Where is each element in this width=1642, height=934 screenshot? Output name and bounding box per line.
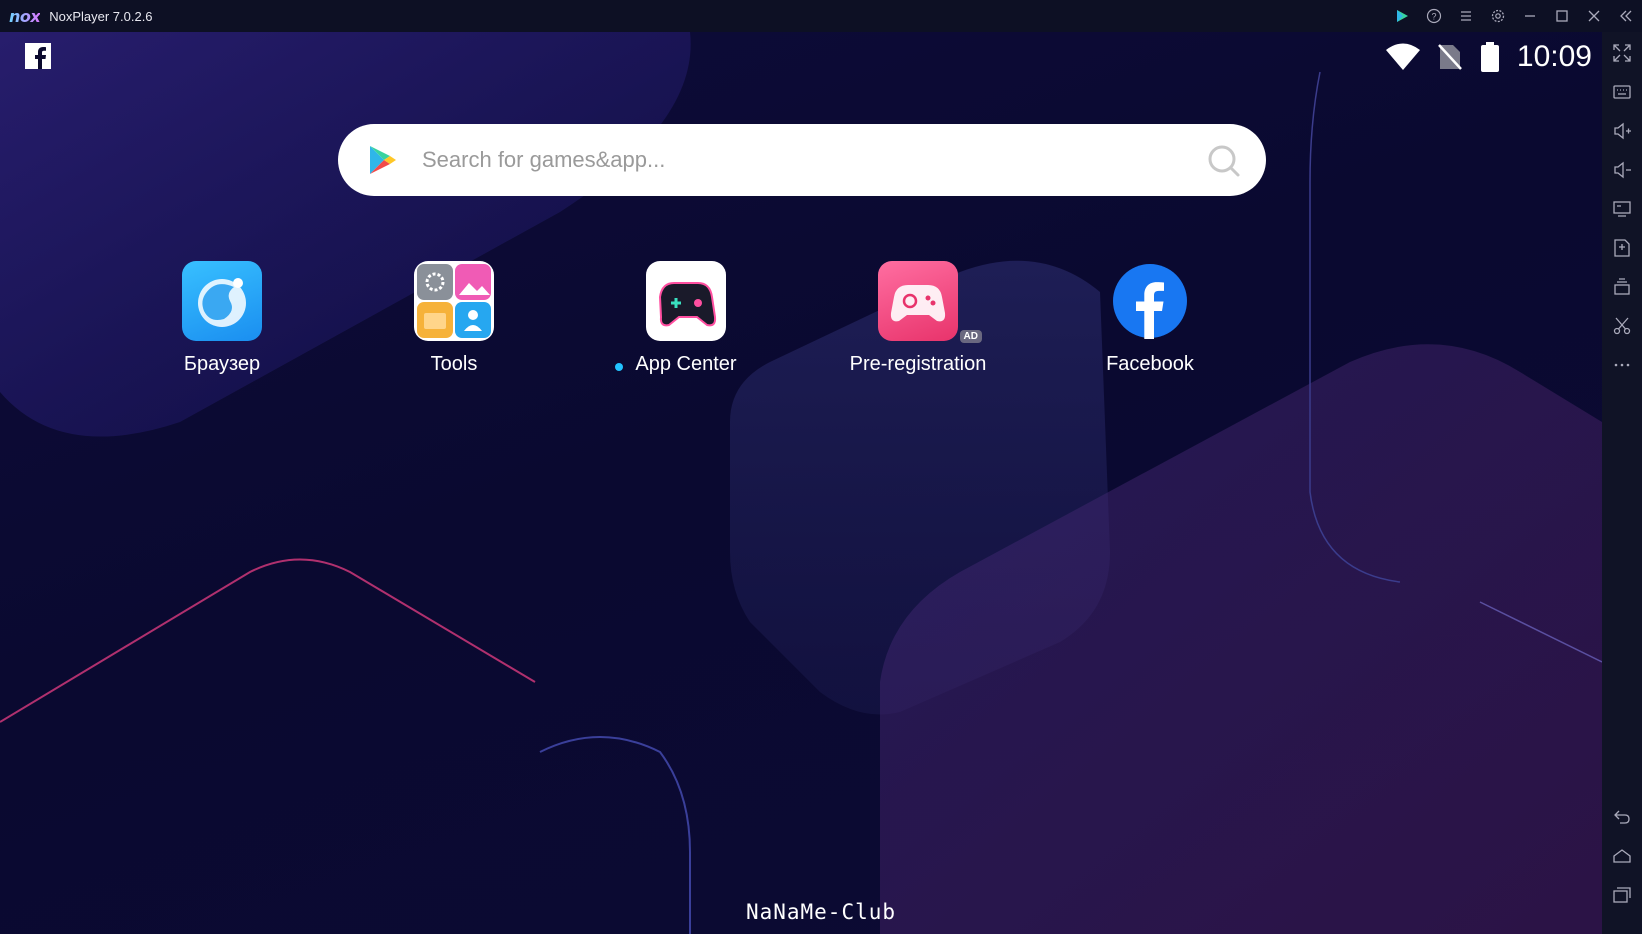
fullscreen-icon[interactable]	[1610, 41, 1634, 65]
watermark: NaNaMe-Club	[745, 900, 897, 924]
nox-logo: nox	[9, 6, 41, 26]
maximize-icon[interactable]	[1546, 0, 1578, 32]
app-label: App Center	[615, 353, 737, 376]
volume-down-icon[interactable]	[1610, 158, 1634, 182]
search-input[interactable]	[420, 146, 1184, 174]
window-title: NoxPlayer 7.0.2.6	[49, 8, 153, 24]
tool-sidebar	[1602, 32, 1642, 934]
back-icon[interactable]	[1610, 805, 1634, 829]
app-app-center[interactable]: App Center	[601, 261, 771, 376]
title-bar: nox NoxPlayer 7.0.2.6 ?	[0, 0, 1642, 32]
search-icon[interactable]	[1206, 143, 1242, 179]
window-controls: ?	[1386, 0, 1642, 32]
recent-apps-icon[interactable]	[1610, 883, 1634, 907]
android-home-screen: 10:09 Браузер	[0, 32, 1602, 934]
close-icon[interactable]	[1578, 0, 1610, 32]
volume-up-icon[interactable]	[1610, 119, 1634, 143]
minimize-icon[interactable]	[1514, 0, 1546, 32]
help-icon[interactable]: ?	[1418, 0, 1450, 32]
screen-icon[interactable]	[1610, 197, 1634, 221]
battery-icon	[1480, 42, 1499, 72]
multi-instance-icon[interactable]	[1610, 275, 1634, 299]
collapse-sidebar-icon[interactable]	[1610, 0, 1642, 32]
app-facebook[interactable]: Facebook	[1065, 261, 1235, 376]
wifi-icon	[1385, 43, 1420, 70]
play-store-icon[interactable]	[1386, 0, 1418, 32]
ad-badge: AD	[959, 330, 982, 343]
new-indicator-dot	[615, 363, 624, 371]
app-tools[interactable]: Tools	[369, 261, 539, 376]
search-bar[interactable]	[338, 124, 1266, 196]
menu-icon[interactable]	[1450, 0, 1482, 32]
status-bar: 10:09	[1385, 40, 1592, 74]
app-label: Браузер	[183, 353, 261, 375]
app-center-icon	[646, 261, 726, 341]
facebook-notification-icon[interactable]	[25, 43, 51, 69]
keyboard-icon[interactable]	[1610, 80, 1634, 104]
app-pre-registration[interactable]: AD Pre-registration	[833, 261, 1003, 376]
google-play-icon	[370, 146, 396, 174]
app-label: Tools	[430, 353, 478, 375]
app-label: Pre-registration	[849, 353, 987, 375]
app-label: Facebook	[1106, 353, 1194, 375]
tools-folder-icon	[414, 261, 494, 341]
facebook-icon	[1110, 261, 1190, 341]
add-apk-icon[interactable]	[1610, 236, 1634, 260]
more-icon[interactable]	[1610, 353, 1634, 377]
clock: 10:09	[1516, 40, 1592, 73]
scissors-icon[interactable]	[1610, 314, 1634, 338]
home-icon[interactable]	[1610, 844, 1634, 868]
settings-icon[interactable]	[1482, 0, 1514, 32]
pre-registration-icon: AD	[878, 261, 982, 343]
app-browser[interactable]: Браузер	[137, 261, 307, 376]
no-sim-icon	[1438, 44, 1462, 70]
svg-text:?: ?	[1431, 12, 1436, 22]
browser-icon	[182, 261, 262, 341]
